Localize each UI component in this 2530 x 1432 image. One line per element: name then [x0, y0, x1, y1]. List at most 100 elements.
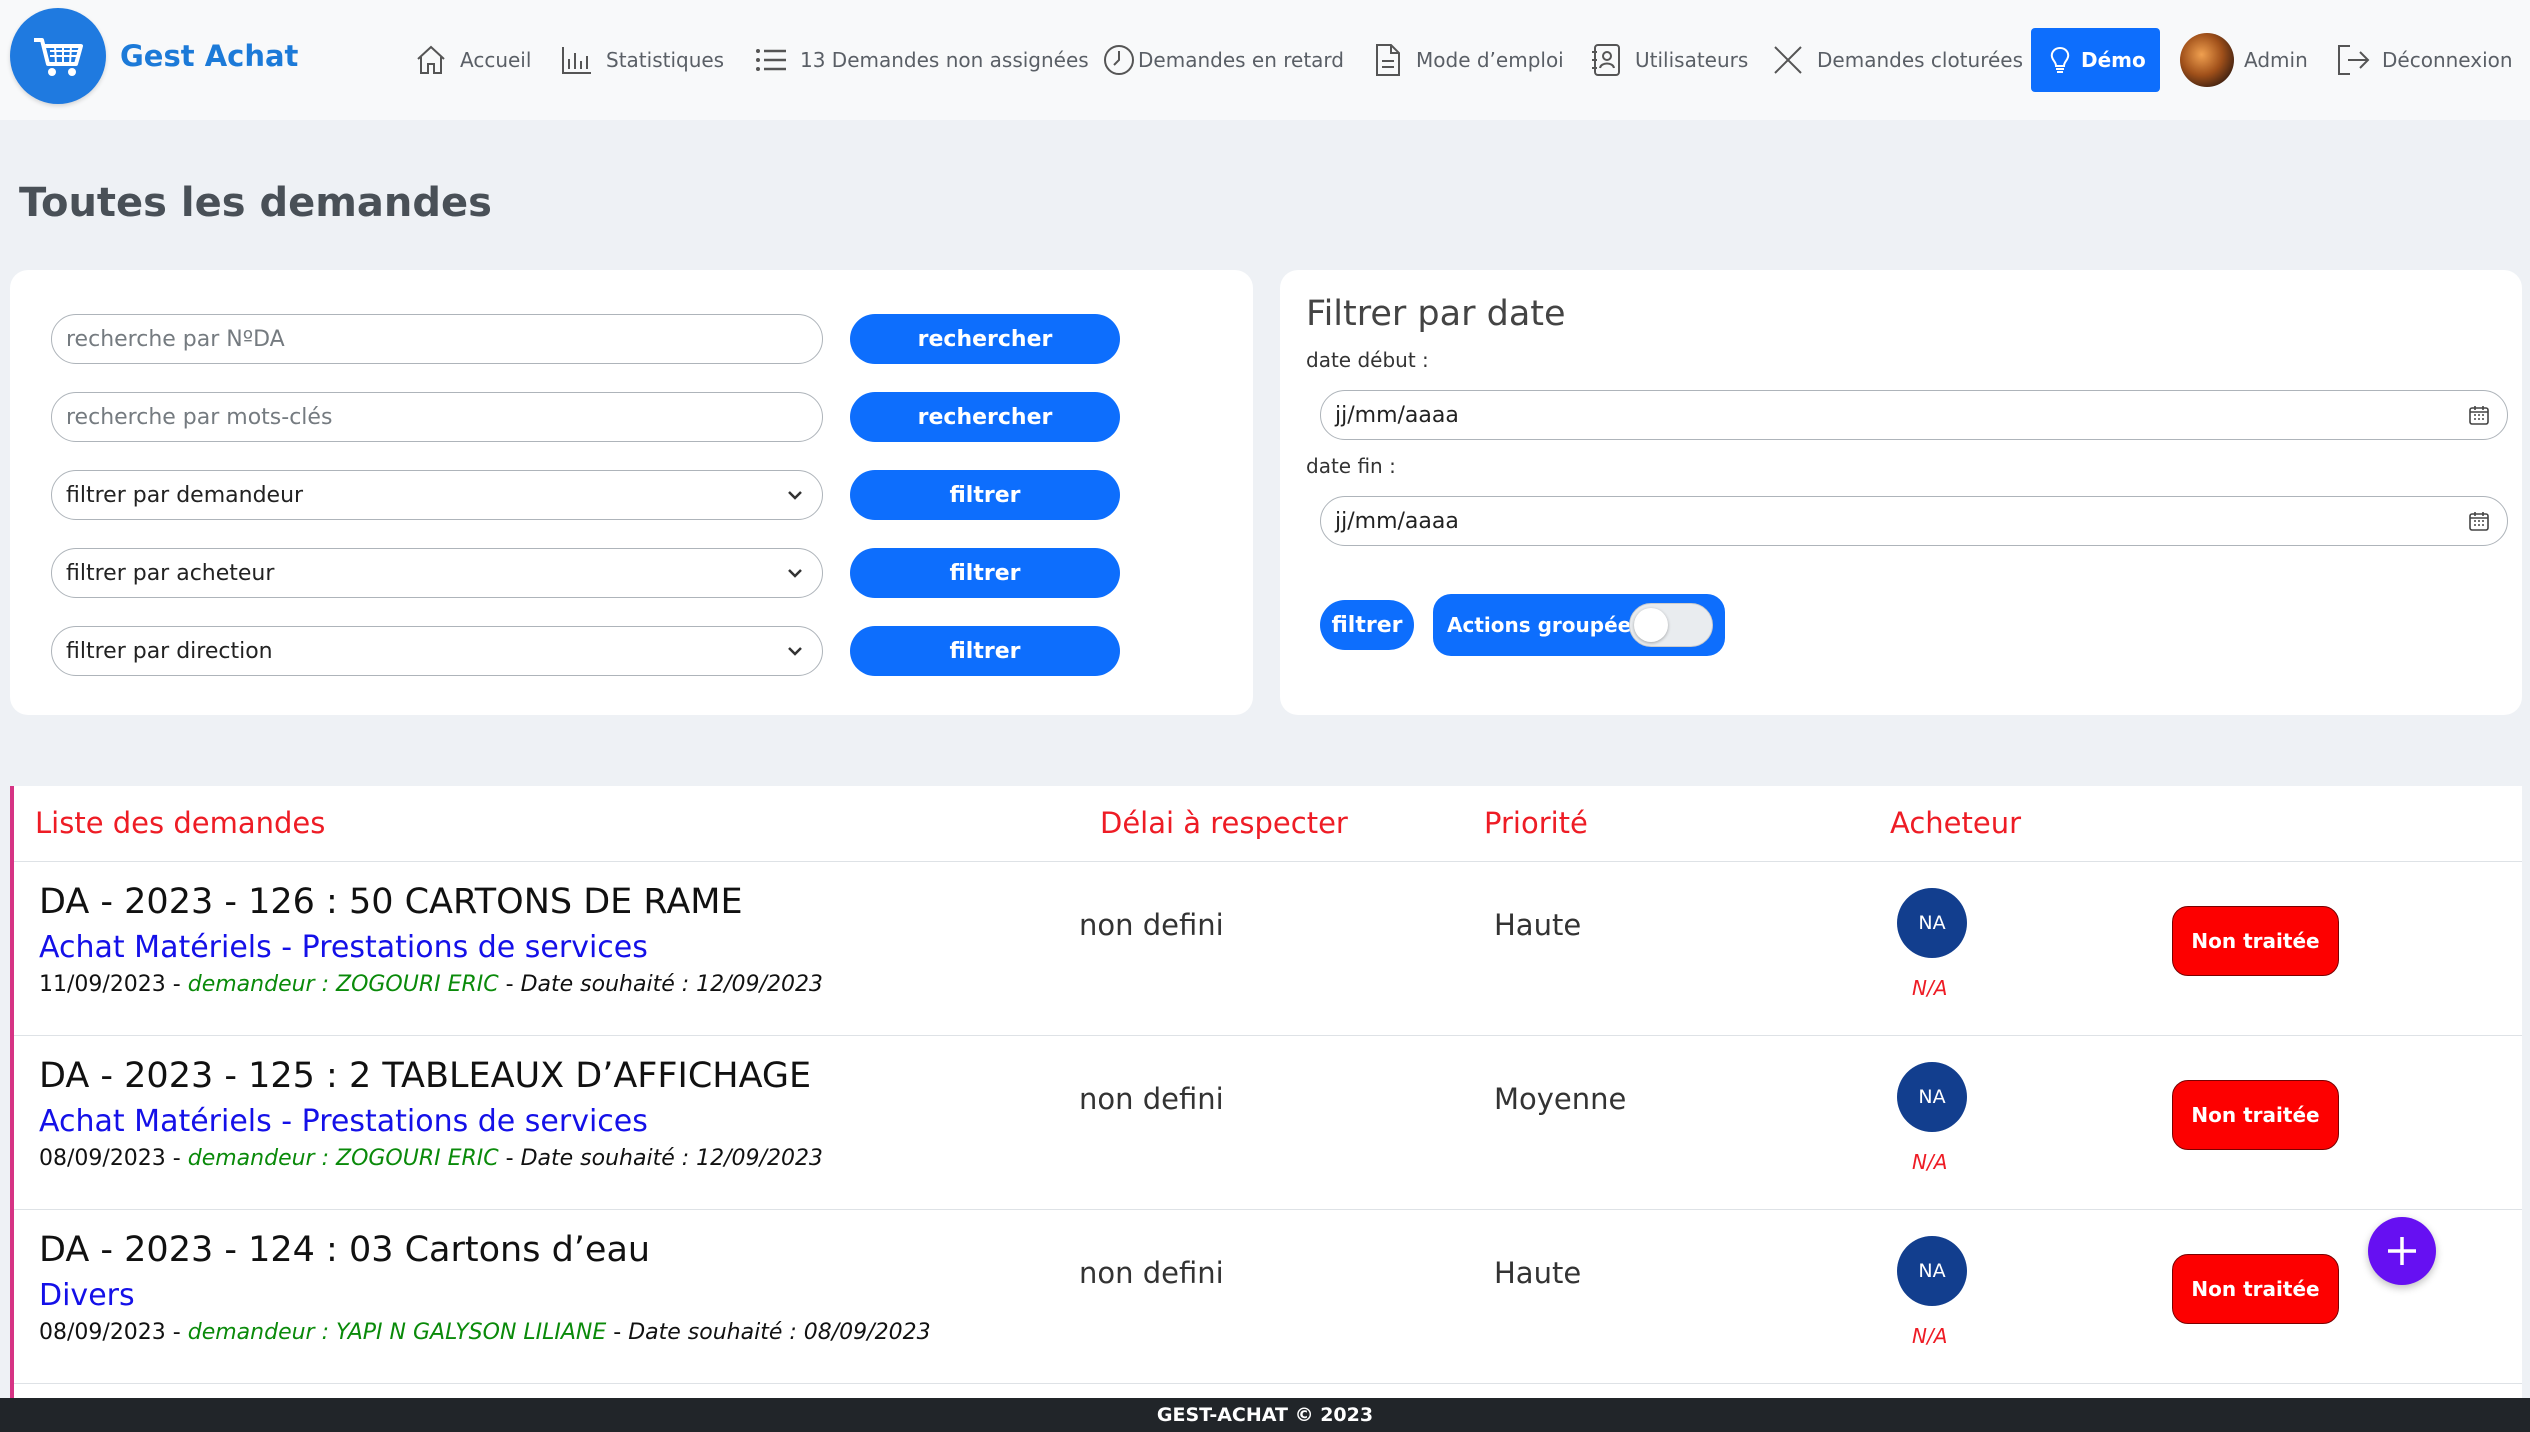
nav-utilisateurs-label: Utilisateurs [1635, 48, 1749, 72]
list-item[interactable]: DA - 2023 - 124 : 03 Cartons d’eau Diver… [14, 1210, 2522, 1384]
request-date: 08/09/2023 [39, 1146, 166, 1171]
request-priority: Haute [1494, 1256, 1582, 1290]
direction-filter-button[interactable]: filtrer [850, 626, 1120, 676]
clock-icon [1104, 45, 1134, 75]
demandeur-select[interactable]: filtrer par demandeur [51, 470, 823, 520]
requests-list: Liste des demandes Délai à respecter Pri… [10, 786, 2522, 1406]
header-delai: Délai à respecter [1100, 806, 1348, 840]
nav-accueil-label: Accueil [460, 48, 532, 72]
request-category: Achat Matériels - Prestations de service… [39, 930, 648, 965]
keywords-search-button[interactable]: rechercher [850, 392, 1120, 442]
nav-en-retard-label: Demandes en retard [1138, 48, 1344, 72]
nav-admin[interactable]: Admin [2180, 30, 2308, 90]
request-wished-date: Date souhaité : 12/09/2023 [520, 972, 823, 997]
buyer-avatar: NA [1897, 1236, 1967, 1306]
request-meta: 08/09/2023 - demandeur : YAPI N GALYSON … [39, 1320, 931, 1345]
list-item[interactable]: DA - 2023 - 125 : 2 TABLEAUX D’AFFICHAGE… [14, 1036, 2522, 1210]
group-actions-toggle[interactable]: Actions groupées [1433, 594, 1725, 656]
date-filter-title: Filtrer par date [1306, 294, 1566, 334]
request-title[interactable]: DA - 2023 - 126 : 50 CARTONS DE RAME [39, 882, 743, 922]
date-filter-card: Filtrer par date date début : jj/mm/aaaa… [1280, 270, 2522, 715]
footer-text: GEST-ACHAT © 2023 [1156, 1404, 1374, 1426]
header-liste: Liste des demandes [35, 806, 326, 840]
request-wished-date: Date souhaité : 08/09/2023 [628, 1320, 931, 1345]
header-priorite: Priorité [1484, 806, 1588, 840]
list-header: Liste des demandes Délai à respecter Pri… [14, 786, 2522, 862]
acheteur-select[interactable]: filtrer par acheteur [51, 548, 823, 598]
close-icon [1774, 46, 1802, 74]
calendar-icon[interactable] [2467, 509, 2491, 533]
nav-cloturees-label: Demandes cloturées [1817, 48, 2024, 72]
avatar [2180, 33, 2234, 87]
request-delay: non defini [1079, 1256, 1224, 1290]
request-wished-date: Date souhaité : 12/09/2023 [520, 1146, 823, 1171]
request-meta: 11/09/2023 - demandeur : ZOGOURI ERIC - … [39, 972, 823, 997]
start-date-input[interactable]: jj/mm/aaaa [1320, 390, 2508, 440]
nav-utilisateurs[interactable]: Utilisateurs [1587, 30, 1748, 90]
request-priority: Haute [1494, 908, 1582, 942]
buyer-name: N/A [1912, 976, 1948, 1000]
status-badge[interactable]: Non traitée [2172, 1254, 2339, 1324]
nav-mode-emploi[interactable]: Mode d’emploi [1368, 30, 1564, 90]
acheteur-filter-button[interactable]: filtrer [850, 548, 1120, 598]
list-icon [756, 49, 786, 71]
nav-statistiques-label: Statistiques [606, 48, 725, 72]
chevron-down-icon [788, 569, 802, 578]
nav-non-assignees-label: 13 Demandes non assignées [800, 48, 1089, 72]
nda-search-button[interactable]: rechercher [850, 314, 1120, 364]
demandeur-select-value: filtrer par demandeur [66, 482, 304, 508]
nav-accueil[interactable]: Accueil [412, 30, 531, 90]
contact-icon [1592, 44, 1620, 76]
nav-deconnexion-label: Déconnexion [2382, 48, 2513, 72]
request-date: 08/09/2023 [39, 1320, 166, 1345]
header-acheteur: Acheteur [1890, 806, 2022, 840]
request-title[interactable]: DA - 2023 - 124 : 03 Cartons d’eau [39, 1230, 650, 1270]
nav-demo[interactable]: Démo [2031, 28, 2160, 92]
request-delay: non defini [1079, 908, 1224, 942]
nav-demo-label: Démo [2081, 48, 2146, 72]
nav-admin-label: Admin [2244, 48, 2308, 72]
nav-en-retard[interactable]: Demandes en retard [1100, 30, 1344, 90]
document-icon [1376, 44, 1400, 76]
status-badge[interactable]: Non traitée [2172, 906, 2339, 976]
nav-deconnexion[interactable]: Déconnexion [2334, 30, 2513, 90]
list-item[interactable]: DA - 2023 - 126 : 50 CARTONS DE RAME Ach… [14, 862, 2522, 1036]
keywords-search-input[interactable]: recherche par mots-clés [51, 392, 823, 442]
buyer-avatar: NA [1897, 1062, 1967, 1132]
request-category: Achat Matériels - Prestations de service… [39, 1104, 648, 1139]
date-filter-button[interactable]: filtrer [1320, 600, 1414, 650]
status-badge[interactable]: Non traitée [2172, 1080, 2339, 1150]
request-meta: 08/09/2023 - demandeur : ZOGOURI ERIC - … [39, 1146, 823, 1171]
nav-non-assignees[interactable]: 13 Demandes non assignées [752, 30, 1089, 90]
chevron-down-icon [788, 647, 802, 656]
start-date-value: jj/mm/aaaa [1335, 402, 1459, 428]
buyer-name: N/A [1912, 1150, 1948, 1174]
group-actions-switch[interactable] [1629, 603, 1713, 647]
calendar-icon[interactable] [2467, 403, 2491, 427]
page-title: Toutes les demandes [19, 180, 492, 226]
chevron-down-icon [788, 491, 802, 500]
end-date-value: jj/mm/aaaa [1335, 508, 1459, 534]
nav-cloturees[interactable]: Demandes cloturées [1769, 30, 2023, 90]
group-actions-label: Actions groupées [1447, 613, 1644, 637]
nav-mode-emploi-label: Mode d’emploi [1416, 48, 1564, 72]
end-date-input[interactable]: jj/mm/aaaa [1320, 496, 2508, 546]
search-card: recherche par NºDA rechercher recherche … [10, 270, 1253, 715]
end-date-label: date fin : [1306, 454, 1396, 478]
direction-select-value: filtrer par direction [66, 638, 273, 664]
nda-search-input[interactable]: recherche par NºDA [51, 314, 823, 364]
home-icon [417, 45, 445, 74]
request-requester: demandeur : YAPI N GALYSON LILIANE [187, 1320, 607, 1345]
direction-select[interactable]: filtrer par direction [51, 626, 823, 676]
request-requester: demandeur : ZOGOURI ERIC [187, 972, 499, 997]
footer: GEST-ACHAT © 2023 [0, 1398, 2530, 1432]
add-request-button[interactable] [2368, 1217, 2436, 1285]
demandeur-filter-button[interactable]: filtrer [850, 470, 1120, 520]
lightbulb-icon [2050, 46, 2070, 73]
nav-statistiques[interactable]: Statistiques [558, 30, 724, 90]
request-delay: non defini [1079, 1082, 1224, 1116]
top-navbar: Gest Achat Accueil Statistiques 13 Deman… [0, 0, 2530, 120]
buyer-name: N/A [1912, 1324, 1948, 1348]
request-title[interactable]: DA - 2023 - 125 : 2 TABLEAUX D’AFFICHAGE [39, 1056, 811, 1096]
request-category: Divers [39, 1278, 135, 1313]
